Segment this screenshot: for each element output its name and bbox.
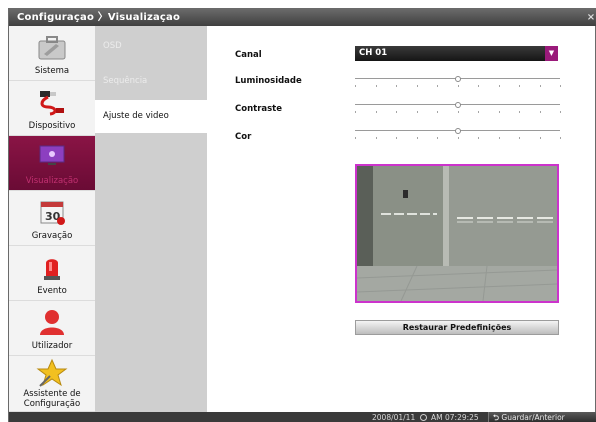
nav-label: Utilizador: [31, 341, 73, 351]
slider-tick: [478, 111, 479, 113]
slider-tick: [375, 137, 377, 139]
slider-tick: [355, 85, 356, 87]
nav-label: Dispositivo: [28, 121, 76, 131]
slider-tick: [416, 137, 418, 139]
contraste-label: Contraste: [235, 104, 283, 114]
settings-window: Configuraçao 〉Visualizaçao × Sistema Dis…: [8, 8, 596, 422]
breadcrumb: Configuraçao 〉Visualizaçao: [17, 12, 181, 23]
slider-tick: [519, 137, 520, 139]
slider-tick: [519, 111, 520, 113]
slider-tick: [478, 85, 479, 87]
submenu-item-osd[interactable]: OSD: [95, 30, 207, 63]
cable-plug-icon: [40, 91, 64, 116]
slider-tick: [396, 111, 397, 113]
slider-tick: [457, 137, 459, 139]
sub-menu: OSD Sequência Ajuste de video: [95, 26, 207, 412]
submenu-item-sequencia[interactable]: Sequência: [95, 65, 207, 98]
star-wizard-icon: [36, 358, 68, 387]
slider-tick: [560, 85, 561, 87]
cor-slider[interactable]: [355, 128, 561, 142]
restore-defaults-button[interactable]: Restaurar Predefinições: [355, 320, 559, 335]
slider-tick: [355, 111, 356, 113]
user-icon: [40, 310, 64, 335]
time-text: AM 07:29:25: [431, 413, 479, 422]
return-arrow-icon: ⮌: [493, 413, 500, 422]
nav-label: Assistente de Configuração: [23, 389, 81, 409]
dropdown-arrow-icon: ▼: [545, 46, 558, 61]
slider-tick: [498, 111, 500, 113]
video-adjust-panel: Canal CH 01 ▼ Luminosidade Contraste Cor: [207, 26, 595, 412]
camera-preview-image: [357, 166, 557, 301]
canal-label: Canal: [235, 50, 262, 60]
nav-item-evento[interactable]: Evento: [9, 246, 95, 301]
slider-tick: [539, 137, 541, 139]
luminosidade-slider[interactable]: [355, 76, 561, 90]
cor-label: Cor: [235, 132, 252, 142]
contraste-slider[interactable]: [355, 102, 561, 116]
save-back-label: Guardar/Anterior: [501, 413, 565, 422]
main-nav: Sistema Dispositivo Visualização 30 Grav…: [9, 26, 95, 412]
slider-tick: [396, 85, 397, 87]
slider-tick: [478, 137, 479, 139]
slider-knob[interactable]: [454, 128, 461, 134]
slider-tick: [416, 85, 418, 87]
slider-tick: [355, 137, 356, 139]
nav-label: Evento: [37, 286, 67, 296]
submenu-item-ajuste-video[interactable]: Ajuste de video: [95, 100, 207, 133]
slider-knob[interactable]: [454, 102, 461, 108]
nav-item-sistema[interactable]: Sistema: [9, 26, 95, 81]
slider-tick: [437, 111, 438, 113]
camera-preview: [355, 164, 559, 303]
slider-tick: [519, 85, 520, 87]
canal-value: CH 01: [359, 48, 388, 58]
nav-item-visualizacao[interactable]: Visualização: [9, 136, 95, 191]
slider-tick: [457, 111, 459, 113]
nav-label: Visualização: [25, 176, 79, 186]
slider-tick: [560, 137, 561, 139]
luminosidade-label: Luminosidade: [235, 76, 302, 86]
nav-label: Sistema: [34, 66, 70, 76]
slider-tick: [375, 85, 377, 87]
slider-knob[interactable]: [454, 76, 461, 82]
nav-item-dispositivo[interactable]: Dispositivo: [9, 81, 95, 136]
toolbox-icon: [38, 36, 66, 60]
title-bar: Configuraçao 〉Visualizaçao ×: [9, 9, 596, 26]
nav-item-assistente[interactable]: Assistente de Configuração: [9, 356, 95, 412]
slider-tick: [539, 111, 541, 113]
slider-tick: [375, 111, 377, 113]
slider-tick: [539, 85, 541, 87]
nav-item-gravacao[interactable]: 30 Gravação: [9, 191, 95, 246]
nav-item-utilizador[interactable]: Utilizador: [9, 301, 95, 356]
close-button[interactable]: ×: [585, 9, 596, 26]
status-bar: 2008/01/11 AM 07:29:25 ⮌ Guardar/Anterio…: [9, 412, 596, 422]
calendar-icon: 30: [40, 201, 65, 225]
slider-tick: [396, 137, 397, 139]
date-text: 2008/01/11: [372, 413, 416, 422]
canal-select[interactable]: CH 01 ▼: [355, 46, 558, 61]
slider-tick: [437, 137, 438, 139]
save-back-button[interactable]: ⮌ Guardar/Anterior: [488, 412, 596, 422]
slider-tick: [416, 111, 418, 113]
monitor-icon: [39, 145, 65, 165]
nav-label: Gravação: [31, 231, 73, 241]
slider-tick: [457, 85, 459, 87]
slider-tick: [437, 85, 438, 87]
slider-tick: [498, 85, 500, 87]
clock-icon: [419, 414, 427, 421]
slider-tick: [560, 111, 561, 113]
alarm-light-icon: [44, 259, 60, 280]
datetime-display: 2008/01/11 AM 07:29:25: [372, 412, 479, 422]
slider-tick: [498, 137, 500, 139]
